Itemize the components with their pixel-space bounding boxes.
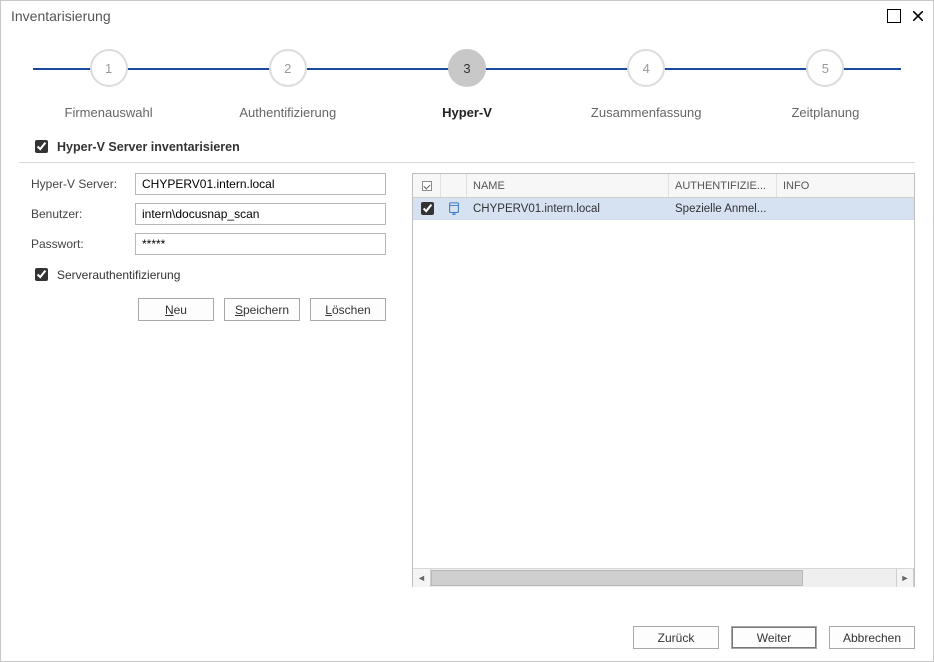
grid-header: NAME AUTHENTIFIZIE... INFO	[413, 174, 914, 198]
server-label: Hyper-V Server:	[31, 177, 135, 191]
wizard-steps: 1 Firmenauswahl 2 Authentifizierung 3 Hy…	[19, 39, 915, 129]
step-number: 5	[806, 49, 844, 87]
password-input[interactable]	[135, 233, 386, 255]
separator	[19, 162, 915, 163]
delete-button[interactable]: Löschen	[310, 298, 386, 321]
inventory-label: Hyper-V Server inventarisieren	[57, 140, 240, 154]
header-auth[interactable]: AUTHENTIFIZIE...	[669, 174, 777, 197]
header-checkbox[interactable]	[413, 174, 441, 197]
wizard-footer: Zurück Weiter Abbrechen	[633, 626, 915, 649]
wizard-step-4[interactable]: 4 Zusammenfassung	[557, 49, 736, 120]
step-label: Hyper-V	[442, 105, 492, 120]
password-label: Passwort:	[31, 237, 135, 251]
step-number: 1	[90, 49, 128, 87]
wizard-step-5[interactable]: 5 Zeitplanung	[736, 49, 915, 120]
wizard-step-3[interactable]: 3 Hyper-V	[377, 49, 556, 120]
step-number: 2	[269, 49, 307, 87]
server-input[interactable]	[135, 173, 386, 195]
window-title: Inventarisierung	[11, 8, 111, 24]
table-row[interactable]: CHYPERV01.intern.local Spezielle Anmel..…	[413, 198, 914, 220]
wizard-step-2[interactable]: 2 Authentifizierung	[198, 49, 377, 120]
step-label: Zeitplanung	[791, 105, 859, 120]
step-number: 3	[448, 49, 486, 87]
new-button[interactable]: Neu	[138, 298, 214, 321]
close-icon[interactable]	[911, 9, 925, 23]
grid-body: CHYPERV01.intern.local Spezielle Anmel..…	[413, 198, 914, 568]
back-button[interactable]: Zurück	[633, 626, 719, 649]
user-input[interactable]	[135, 203, 386, 225]
server-form: Hyper-V Server: Benutzer: Passwort: Serv…	[31, 173, 386, 587]
window-controls	[887, 9, 925, 23]
save-button[interactable]: Speichern	[224, 298, 300, 321]
next-button[interactable]: Weiter	[731, 626, 817, 649]
row-name: CHYPERV01.intern.local	[467, 198, 669, 219]
row-checkbox[interactable]	[421, 202, 434, 215]
scroll-left-icon[interactable]: ◄	[413, 569, 431, 587]
titlebar: Inventarisierung	[1, 1, 933, 31]
server-grid: NAME AUTHENTIFIZIE... INFO CHYPE	[412, 173, 915, 587]
inventory-checkbox[interactable]	[35, 140, 48, 153]
server-icon	[441, 198, 467, 219]
step-label: Authentifizierung	[239, 105, 336, 120]
serverauth-label: Serverauthentifizierung	[57, 268, 180, 282]
scroll-thumb[interactable]	[431, 570, 803, 586]
grid-hscrollbar[interactable]: ◄ ►	[413, 568, 914, 586]
scroll-right-icon[interactable]: ►	[896, 569, 914, 587]
row-info	[777, 198, 914, 219]
step-label: Firmenauswahl	[65, 105, 153, 120]
maximize-icon[interactable]	[887, 9, 901, 23]
header-icon-col	[441, 174, 467, 197]
user-label: Benutzer:	[31, 207, 135, 221]
step-number: 4	[627, 49, 665, 87]
scroll-track[interactable]	[431, 569, 896, 587]
serverauth-checkbox[interactable]	[35, 268, 48, 281]
row-auth: Spezielle Anmel...	[669, 198, 777, 219]
cancel-button[interactable]: Abbrechen	[829, 626, 915, 649]
server-grid-container: NAME AUTHENTIFIZIE... INFO CHYPE	[412, 173, 915, 587]
header-info[interactable]: INFO	[777, 174, 914, 197]
header-name[interactable]: NAME	[467, 174, 669, 197]
wizard-step-1[interactable]: 1 Firmenauswahl	[19, 49, 198, 120]
step-label: Zusammenfassung	[591, 105, 702, 120]
inventory-toggle-row: Hyper-V Server inventarisieren	[31, 137, 915, 156]
